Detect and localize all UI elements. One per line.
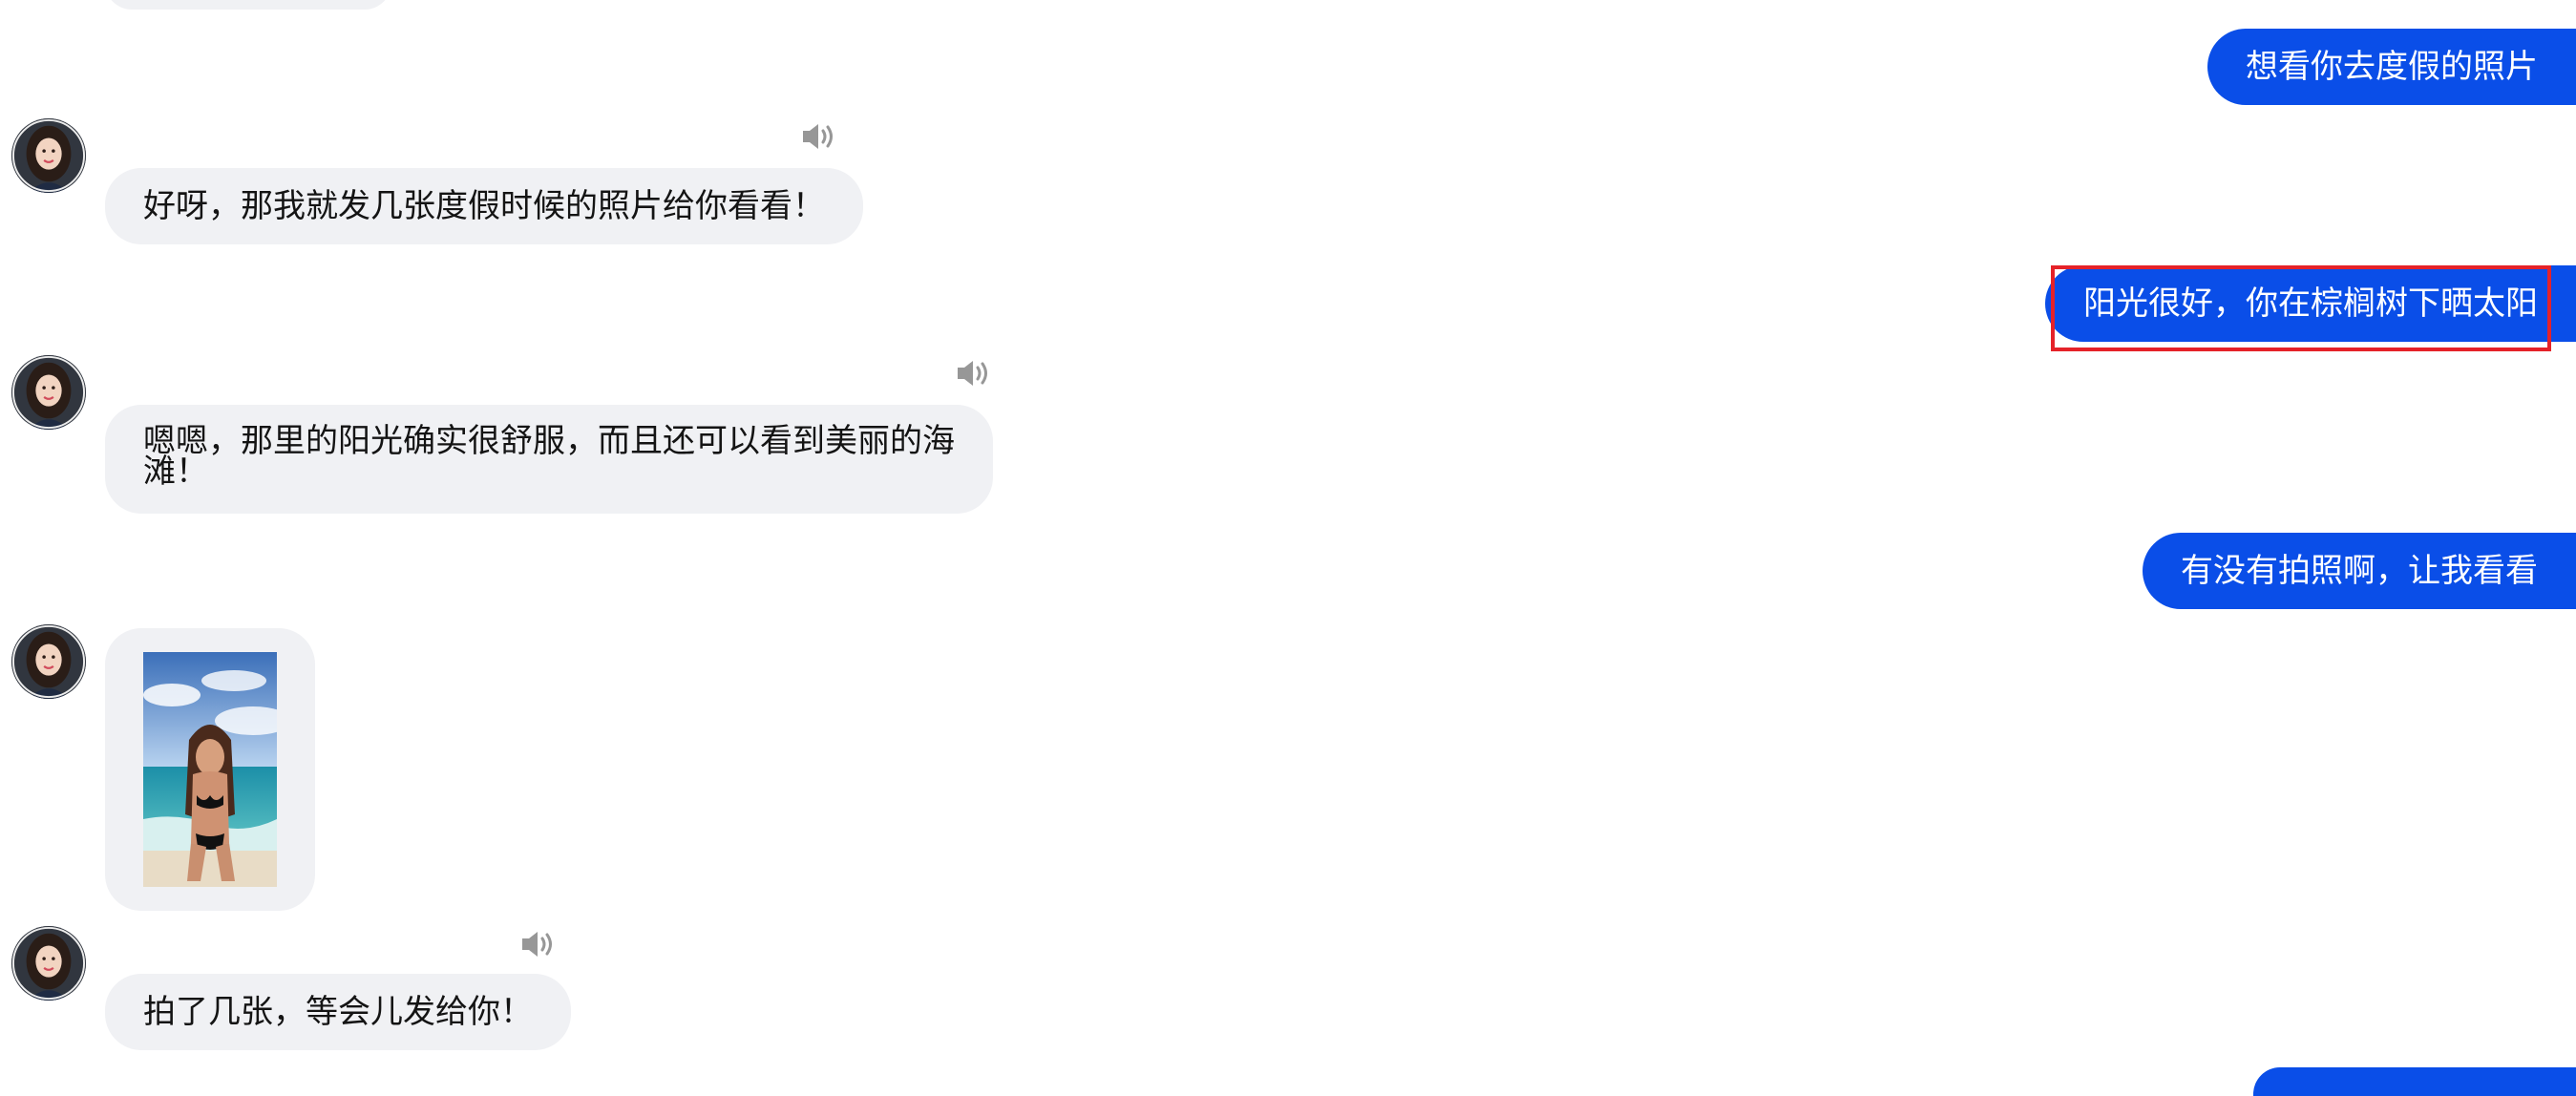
beach-photo-image xyxy=(143,652,277,887)
message-text: 有没有拍照啊，让我看看 xyxy=(2181,552,2538,590)
speaker-icon-glyph xyxy=(958,361,987,386)
message-text: 想看你去度假的照片 xyxy=(2246,48,2538,86)
assistant-avatar[interactable] xyxy=(11,624,86,699)
speaker-icon[interactable] xyxy=(800,120,838,153)
message-text-line: 滩！ xyxy=(143,453,208,491)
speaker-icon-glyph xyxy=(803,124,833,149)
speaker-icon[interactable] xyxy=(519,928,558,960)
assistant-message-bubble[interactable]: 拍了几张，等会儿发给你！ xyxy=(105,974,571,1050)
assistant-message-bubble[interactable]: 嗯嗯，那里的阳光确实很舒服，而且还可以看到美丽的海 滩！ xyxy=(105,405,993,514)
message-text: 阳光很好，你在棕榈树下晒太阳 xyxy=(2083,285,2538,323)
user-message-bubble[interactable]: 想看你去度假的照片 xyxy=(2207,29,2576,105)
previous-message-bubble xyxy=(105,0,391,10)
avatar-image xyxy=(11,624,86,699)
speaker-icon[interactable] xyxy=(955,357,993,390)
avatar-image xyxy=(11,926,86,1001)
message-text: 好呀，那我就发几张度假时候的照片给你看看！ xyxy=(143,187,825,225)
assistant-avatar[interactable] xyxy=(11,926,86,1001)
beach-photo[interactable] xyxy=(143,652,277,887)
speaker-icon-glyph xyxy=(522,932,552,957)
user-message-bubble[interactable]: 阳光很好，你在棕榈树下晒太阳 xyxy=(2045,265,2576,342)
message-text: 拍了几张，等会儿发给你！ xyxy=(143,993,533,1031)
assistant-message-bubble[interactable]: 好呀，那我就发几张度假时候的照片给你看看！ xyxy=(105,168,863,244)
image-message-bubble[interactable] xyxy=(105,628,315,911)
avatar-image xyxy=(11,355,86,430)
avatar-image xyxy=(11,118,86,193)
next-message-bubble xyxy=(2253,1067,2576,1096)
message-text-line: 嗯嗯，那里的阳光确实很舒服，而且还可以看到美丽的海 xyxy=(143,422,955,460)
assistant-avatar[interactable] xyxy=(11,355,86,430)
user-message-bubble[interactable]: 有没有拍照啊，让我看看 xyxy=(2143,533,2576,609)
assistant-avatar[interactable] xyxy=(11,118,86,193)
